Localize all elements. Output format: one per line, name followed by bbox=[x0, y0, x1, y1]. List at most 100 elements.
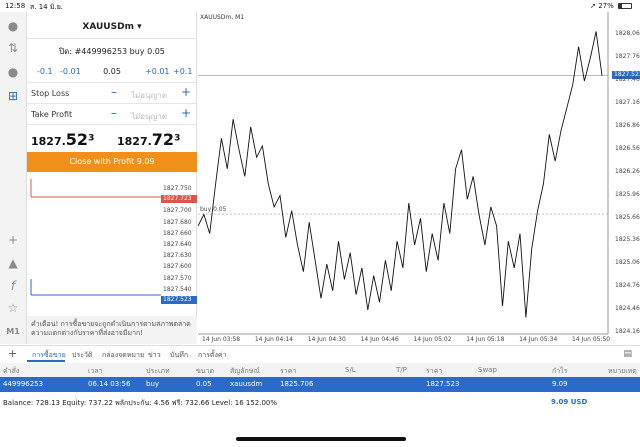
chart-svg bbox=[198, 12, 609, 335]
table-header-cell[interactable]: เวลา bbox=[88, 366, 103, 377]
status-bar: 12:58 ส. 14 มิ.ย. ➚ 27% bbox=[0, 0, 640, 12]
price-series-line bbox=[198, 31, 603, 318]
positions-table-header: คำสั่ง เวลา ประเภท ขนาด สัญลักษณ์ ราคา S/L T/P ร… bbox=[0, 363, 640, 377]
function-icon[interactable]: f bbox=[4, 278, 22, 294]
table-header-cell[interactable]: หมายเหตุ bbox=[608, 366, 637, 377]
location-icon: ➚ bbox=[590, 2, 596, 10]
y-tick-label: 1824.460 bbox=[615, 305, 640, 313]
balance-summary: Balance: 728.13 Equity: 737.22 พลักประกั… bbox=[3, 399, 278, 407]
y-tick-label: 1826.560 bbox=[615, 144, 640, 152]
mini-tick-label: 1827.630 bbox=[163, 252, 192, 260]
mini-chart-svg bbox=[30, 179, 161, 296]
stop-loss-input[interactable]: ไม่อนุญาต bbox=[131, 89, 167, 102]
y-tick-label: 1825.060 bbox=[615, 259, 640, 267]
divider bbox=[27, 103, 197, 104]
objects-icon[interactable]: ☆ bbox=[4, 300, 22, 316]
status-time: 12:58 bbox=[5, 2, 26, 10]
layout-icon[interactable]: ▤ bbox=[623, 349, 632, 359]
bid-price: 1827.523 bbox=[31, 130, 94, 149]
y-tick-label: 1825.660 bbox=[615, 213, 640, 221]
table-header-cell[interactable]: กำไร bbox=[552, 366, 567, 377]
table-cell: buy bbox=[146, 380, 160, 388]
divider bbox=[27, 82, 197, 83]
x-tick-label: 14 Jun 04:14 bbox=[254, 336, 293, 343]
table-cell: 1827.523 bbox=[426, 380, 460, 388]
order-info: ปิด: #449996253 buy 0.05 bbox=[59, 47, 165, 56]
bid-price-sup: 3 bbox=[88, 133, 95, 144]
total-profit: 9.09 USD bbox=[551, 398, 587, 406]
ask-price-large: 72 bbox=[151, 130, 175, 149]
tab-news[interactable]: ข่าว bbox=[148, 350, 161, 361]
tab-journal[interactable]: บันทึก bbox=[170, 350, 188, 361]
chat-icon[interactable]: ● bbox=[4, 64, 22, 80]
take-profit-plus-button[interactable]: + bbox=[181, 106, 191, 120]
y-tick-label: 1825.960 bbox=[615, 190, 640, 198]
mini-tick-label: 1827.640 bbox=[163, 241, 192, 248]
account-icon[interactable]: ● bbox=[4, 18, 22, 34]
stop-loss-minus-button[interactable]: – bbox=[111, 85, 117, 99]
take-profit-input[interactable]: ไม่อนุญาต bbox=[131, 110, 167, 123]
stop-loss-label: Stop Loss bbox=[31, 89, 70, 98]
table-row[interactable]: 449996253 06.14 03:56 buy 0.05 xauusdm 1825.7… bbox=[0, 377, 640, 392]
tab-mailbox[interactable]: กล่องจดหมาย bbox=[102, 350, 144, 361]
active-tab-indicator bbox=[27, 360, 65, 362]
table-cell: 9.09 bbox=[552, 380, 568, 388]
order-panel: XAUUSDm ▾ ปิด: #449996253 buy 0.05 -0.1 … bbox=[27, 12, 197, 344]
timeframe-button[interactable]: M1 bbox=[4, 324, 22, 340]
bottom-tabs: + การซื้อขาย ประวัติ กล่องจดหมาย ข่าว บั… bbox=[0, 345, 640, 362]
price-chart[interactable]: XAUUSDm, M1 1828.0601827.7601827.5231827… bbox=[198, 12, 640, 344]
y-tick-label: 1824.160 bbox=[615, 328, 640, 335]
ask-price-sup: 3 bbox=[174, 133, 181, 144]
close-with-profit-button[interactable]: Close with Profit 9.09 bbox=[27, 152, 197, 172]
home-indicator[interactable] bbox=[236, 437, 406, 441]
stop-loss-plus-button[interactable]: + bbox=[181, 85, 191, 99]
tab-history[interactable]: ประวัติ bbox=[72, 350, 92, 361]
x-tick-label: 14 Jun 05:34 bbox=[519, 336, 558, 343]
mini-tick-chart: 1827.750 1827.723 1827.700 1827.680 1827.660… bbox=[27, 175, 197, 304]
mini-tick-label: 1827.723 bbox=[161, 195, 197, 204]
volume-value[interactable]: 0.05 bbox=[27, 67, 197, 76]
crosshair-icon[interactable]: + bbox=[4, 232, 22, 248]
chevron-down-icon: ▾ bbox=[137, 22, 142, 32]
buy-order-label: buy 0.05 bbox=[200, 206, 227, 214]
table-header-cell[interactable]: ราคา bbox=[426, 366, 442, 377]
x-tick-label: 14 Jun 04:46 bbox=[360, 336, 399, 343]
table-cell: 449996253 bbox=[3, 380, 44, 388]
table-header-cell[interactable]: T/P bbox=[396, 366, 407, 374]
table-header-cell[interactable]: สัญลักษณ์ bbox=[230, 366, 260, 377]
mini-tick-label: 1827.660 bbox=[163, 229, 192, 237]
profit-currency: USD bbox=[570, 398, 588, 406]
table-header-cell[interactable]: คำสั่ง bbox=[3, 366, 19, 377]
divider bbox=[27, 124, 197, 125]
ask-price-prefix: 1827. bbox=[117, 135, 152, 148]
symbol-selector[interactable]: XAUUSDm ▾ bbox=[27, 22, 197, 32]
take-profit-label: Take Profit bbox=[31, 110, 73, 119]
mini-tick-label: 1827.523 bbox=[161, 296, 197, 304]
table-header-cell[interactable]: S/L bbox=[345, 366, 356, 374]
add-icon[interactable]: + bbox=[8, 347, 17, 360]
mini-tick-label: 1827.750 bbox=[163, 185, 192, 192]
y-tick-label: 1826.260 bbox=[615, 167, 640, 175]
x-tick-label: 14 Jun 03:58 bbox=[202, 336, 241, 343]
volume-plus-01-button[interactable]: +0.01 bbox=[145, 67, 170, 76]
y-tick-label: 1827.460 bbox=[615, 76, 640, 84]
x-tick-label: 14 Jun 05:02 bbox=[413, 336, 452, 343]
battery-percent: 27% bbox=[598, 2, 614, 10]
execution-warning: คำเตือน! การซื้อขายจะถูกดำเนินการตามสภาพ… bbox=[27, 316, 197, 344]
tab-settings[interactable]: การตั้งค่า bbox=[198, 350, 227, 361]
table-cell: 0.05 bbox=[196, 380, 212, 388]
table-header-cell[interactable]: ราคา bbox=[280, 366, 296, 377]
divider bbox=[27, 38, 197, 39]
take-profit-minus-button[interactable]: – bbox=[111, 106, 117, 120]
y-tick-label: 1824.760 bbox=[615, 282, 640, 290]
table-header-cell[interactable]: Swap bbox=[478, 366, 497, 374]
total-profit-value: 9.09 bbox=[551, 398, 569, 406]
mini-tick-label: 1827.600 bbox=[163, 263, 192, 271]
new-order-icon[interactable]: ⊞ bbox=[4, 88, 22, 104]
table-header-cell[interactable]: ขนาด bbox=[196, 366, 214, 377]
transfer-icon[interactable]: ⇅ bbox=[4, 40, 22, 56]
volume-plus-1-button[interactable]: +0.1 bbox=[173, 67, 192, 76]
table-cell: 1825.706 bbox=[280, 380, 314, 388]
table-header-cell[interactable]: ประเภท bbox=[146, 366, 170, 377]
indicators-icon[interactable]: ▲ bbox=[4, 255, 22, 271]
